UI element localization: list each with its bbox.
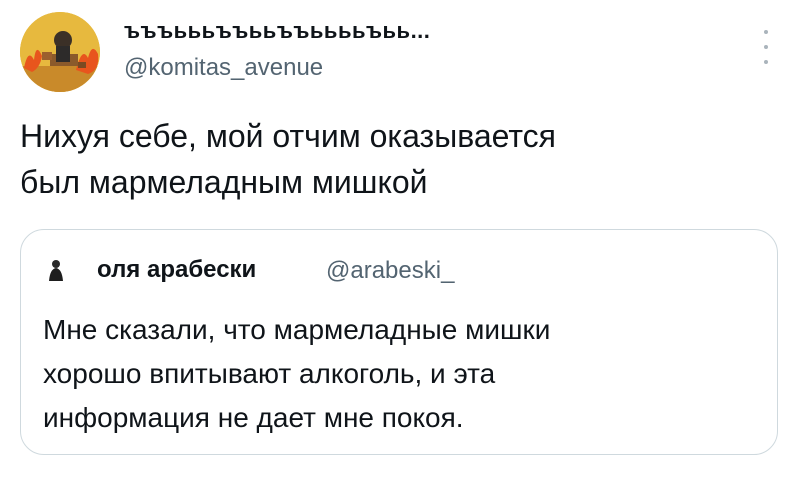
author-display-name[interactable]: ъъъьььъъььъъььььъьь... [124, 18, 430, 44]
more-dot [764, 30, 768, 34]
quoted-author-name: оля арабески [97, 256, 257, 283]
quoted-author-avatar [43, 257, 69, 283]
quoted-tweet-text: Мне сказали, что мармеладные мишки хорош… [43, 308, 763, 440]
more-dot [764, 45, 768, 49]
quoted-text-line: хорошо впитывают алкоголь, и эта [43, 358, 496, 389]
quoted-author-handle: @arabeski_ [326, 257, 455, 284]
tweet-text-line: Нихуя себе, мой отчим оказывается [20, 118, 556, 154]
avatar-figure-icon [43, 257, 69, 283]
quoted-text-line: информация не дает мне покоя. [43, 402, 464, 433]
avatar-this-is-fine-icon [20, 12, 100, 92]
more-options-icon[interactable] [760, 30, 772, 64]
author-handle[interactable]: @komitas_avenue [124, 54, 323, 82]
more-dot [764, 60, 768, 64]
quoted-tweet-card[interactable]: оля арабески @arabeski_ Мне сказали, что… [20, 229, 778, 455]
tweet-text: Нихуя себе, мой отчим оказывается был ма… [20, 113, 760, 205]
tweet: ъъъьььъъььъъььььъьь... @komitas_avenue Н… [0, 0, 800, 479]
tweet-text-line: был мармеладным мишкой [20, 164, 428, 200]
quoted-text-line: Мне сказали, что мармеладные мишки [43, 314, 551, 345]
author-avatar[interactable] [20, 12, 100, 92]
